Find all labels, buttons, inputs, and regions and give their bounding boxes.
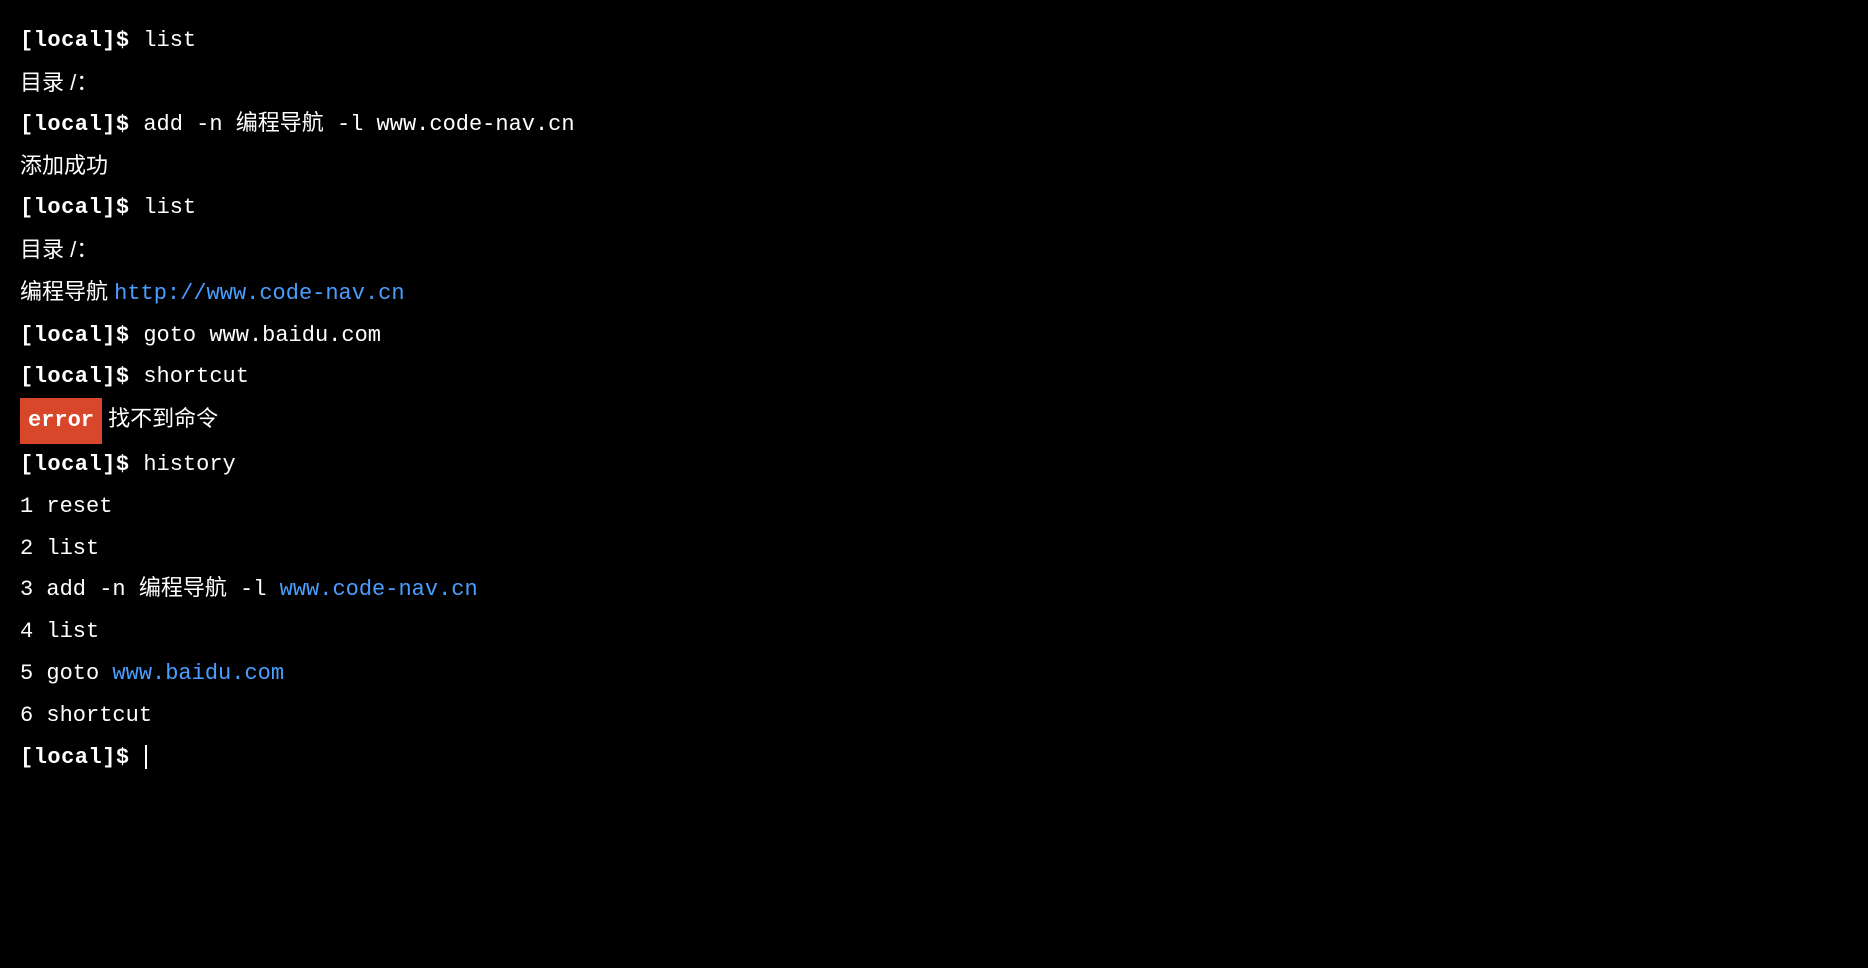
command-input-line[interactable]: [local]$ [20, 737, 1848, 779]
history-line: 4 list [20, 611, 1848, 653]
command-line: [local]$ add -n 编程导航 -l www.code-nav.cn [20, 104, 1848, 146]
prompt: [local]$ [20, 195, 143, 220]
cursor-icon [145, 745, 147, 769]
error-line: error 找不到命令 [20, 398, 1848, 444]
command-line: [local]$ list [20, 187, 1848, 229]
prompt: [local]$ [20, 112, 143, 137]
prompt: [local]$ [20, 364, 143, 389]
prompt: [local]$ [20, 323, 143, 348]
command-text: list [143, 28, 196, 53]
terminal-output: [local]$ list 目录 /： [local]$ add -n 编程导航… [20, 20, 1848, 778]
command-line: [local]$ list [20, 20, 1848, 62]
command-text: history [143, 452, 235, 477]
history-line: 3 add -n 编程导航 -l www.code-nav.cn [20, 569, 1848, 611]
prompt: [local]$ [20, 745, 143, 770]
output-line: 目录 /： [20, 62, 1848, 104]
command-text: goto www.baidu.com [143, 323, 381, 348]
history-line: 2 list [20, 528, 1848, 570]
history-line: 5 goto www.baidu.com [20, 653, 1848, 695]
history-line: 1 reset [20, 486, 1848, 528]
output-line: 添加成功 [20, 145, 1848, 187]
command-line: [local]$ history [20, 444, 1848, 486]
output-text: 编程导航 [20, 279, 114, 304]
command-text: shortcut [143, 364, 249, 389]
history-text: 3 add -n 编程导航 -l [20, 577, 280, 602]
prompt: [local]$ [20, 452, 143, 477]
url-link[interactable]: http://www.code-nav.cn [114, 281, 404, 306]
command-text: list [143, 195, 196, 220]
history-text: 5 goto [20, 661, 112, 686]
error-badge: error [20, 398, 102, 444]
output-line: 编程导航 http://www.code-nav.cn [20, 271, 1848, 315]
command-text: add -n 编程导航 -l www.code-nav.cn [143, 112, 574, 137]
url-link[interactable]: www.baidu.com [112, 661, 284, 686]
prompt: [local]$ [20, 28, 143, 53]
history-line: 6 shortcut [20, 695, 1848, 737]
error-message: 找不到命令 [102, 406, 218, 431]
output-line: 目录 /： [20, 229, 1848, 271]
command-line: [local]$ shortcut [20, 356, 1848, 398]
url-link[interactable]: www.code-nav.cn [280, 577, 478, 602]
command-line: [local]$ goto www.baidu.com [20, 315, 1848, 357]
